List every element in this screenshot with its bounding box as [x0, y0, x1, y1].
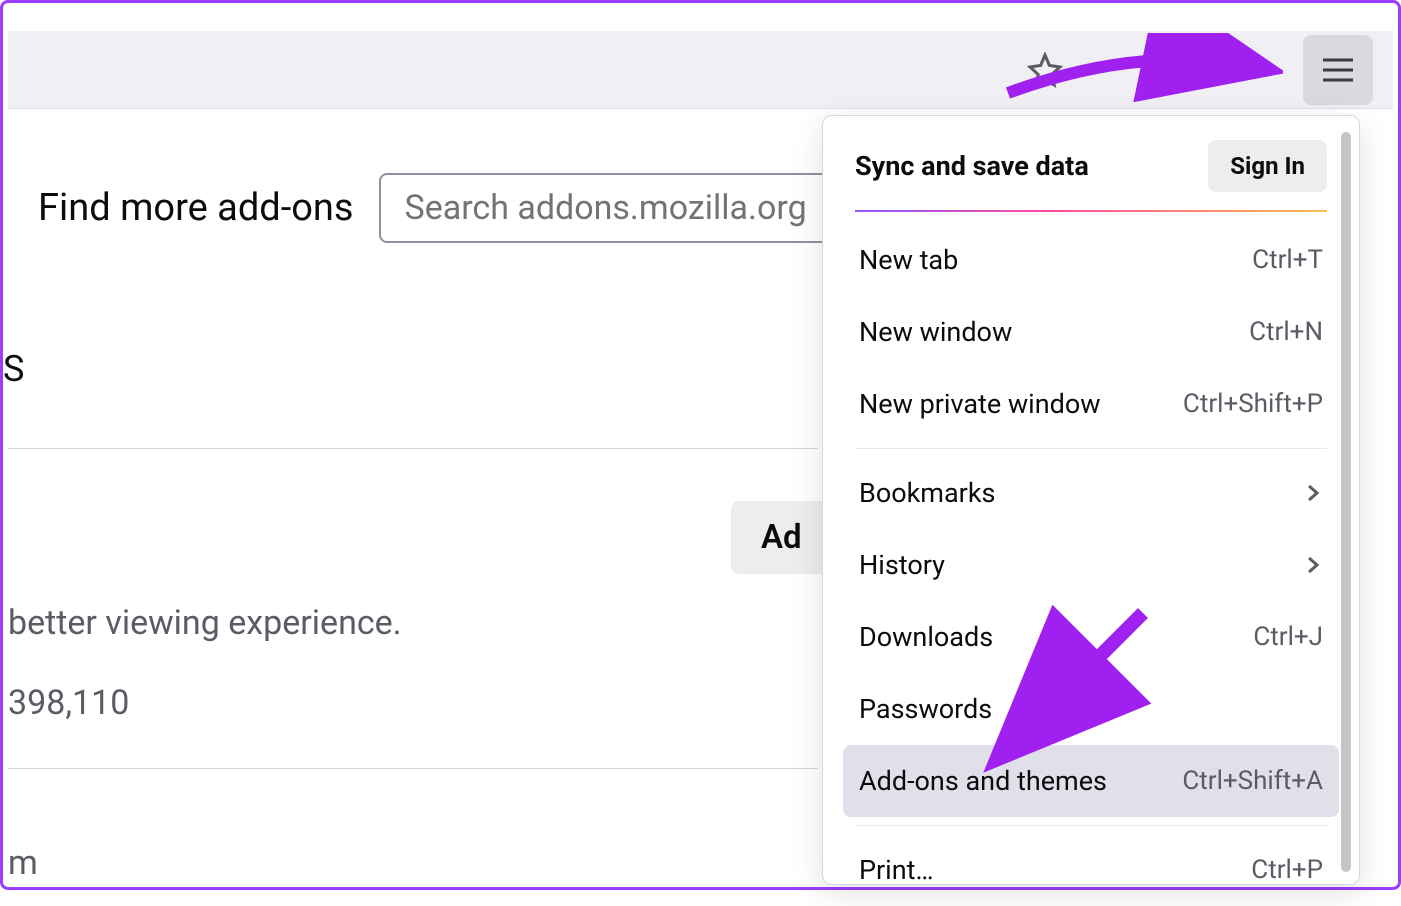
menu-item-addons-themes[interactable]: Add-ons and themes Ctrl+Shift+A [843, 745, 1339, 817]
menu-item-history[interactable]: History [855, 529, 1327, 601]
sync-row: Sync and save data Sign In [855, 140, 1327, 210]
addon-action-button[interactable]: Ad [731, 501, 827, 574]
menu-item-label: New window [859, 316, 1012, 348]
menu-item-shortcut: Ctrl+Shift+P [1183, 389, 1323, 419]
menu-scrollbar[interactable] [1341, 132, 1351, 872]
hamburger-icon [1321, 57, 1355, 83]
menu-inner: Sync and save data Sign In New tab Ctrl+… [823, 116, 1359, 906]
menu-separator [855, 825, 1327, 826]
menu-item-new-private-window[interactable]: New private window Ctrl+Shift+P [855, 368, 1327, 440]
bookmark-star-icon[interactable] [1027, 52, 1063, 88]
menu-separator [855, 448, 1327, 449]
menu-item-shortcut: Ctrl+P [1251, 855, 1323, 885]
menu-item-label: New private window [859, 388, 1101, 420]
gradient-divider [855, 210, 1327, 212]
menu-item-shortcut: Ctrl+Shift+A [1182, 766, 1323, 796]
menu-item-shortcut: Ctrl+T [1252, 245, 1323, 275]
menu-item-label: History [859, 549, 945, 581]
chevron-right-icon [1303, 555, 1323, 575]
divider [8, 448, 818, 449]
menu-item-new-window[interactable]: New window Ctrl+N [855, 296, 1327, 368]
menu-item-shortcut: Ctrl+N [1249, 317, 1323, 347]
menu-item-label: Print… [859, 854, 934, 886]
menu-item-label: Downloads [859, 621, 993, 653]
menu-item-label: Bookmarks [859, 477, 995, 509]
addon-description: better viewing experience. [8, 603, 402, 643]
browser-toolbar [8, 31, 1393, 109]
menu-item-bookmarks[interactable]: Bookmarks [855, 457, 1327, 529]
hamburger-menu-button[interactable] [1303, 35, 1373, 105]
partial-text-s: S [3, 348, 24, 390]
divider [8, 768, 818, 769]
menu-item-print[interactable]: Print… Ctrl+P [855, 834, 1327, 906]
sync-label: Sync and save data [855, 150, 1089, 182]
menu-item-label: Passwords [859, 693, 992, 725]
signin-button[interactable]: Sign In [1208, 140, 1327, 192]
partial-text-m: m [8, 843, 38, 883]
menu-item-label: New tab [859, 244, 958, 276]
menu-item-shortcut: Ctrl+J [1253, 622, 1323, 652]
chevron-right-icon [1303, 483, 1323, 503]
application-menu: Sync and save data Sign In New tab Ctrl+… [822, 115, 1360, 885]
menu-item-new-tab[interactable]: New tab Ctrl+T [855, 224, 1327, 296]
find-addons-label: Find more add-ons [38, 186, 354, 230]
menu-item-label: Add-ons and themes [859, 765, 1107, 797]
addon-users-count: 398,110 [8, 683, 129, 723]
menu-item-downloads[interactable]: Downloads Ctrl+J [855, 601, 1327, 673]
menu-item-passwords[interactable]: Passwords [855, 673, 1327, 745]
